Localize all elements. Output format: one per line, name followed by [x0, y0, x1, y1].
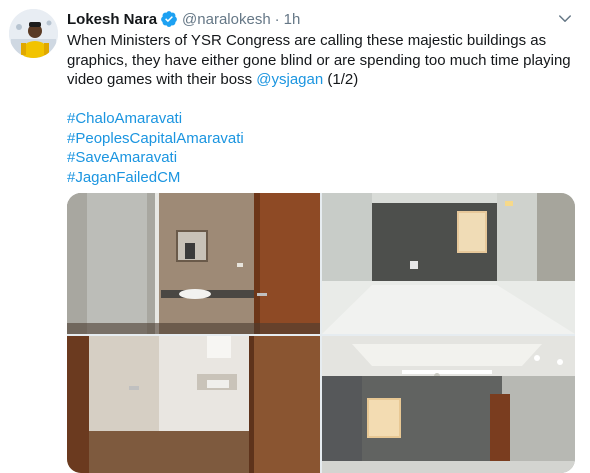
tweet-text: When Ministers of YSR Congress are calli… — [67, 31, 582, 90]
header-separator: · — [274, 10, 280, 28]
photo-empty-room[interactable] — [322, 193, 575, 334]
tweet-text-suffix: (1/2) — [323, 71, 359, 88]
tweet[interactable]: Lokesh Nara @naralokesh · 1h When Minist… — [0, 0, 590, 473]
hashtag-list: #ChaloAmaravati #PeoplesCapitalAmaravati… — [67, 109, 467, 187]
hashtag-link[interactable]: #JaganFailedCM — [67, 168, 467, 188]
photo-room-ceiling[interactable] — [322, 336, 575, 473]
author-name[interactable]: Lokesh Nara — [67, 11, 157, 28]
photo-bathroom-doorway[interactable] — [67, 336, 320, 473]
tweet-timestamp[interactable]: 1h — [284, 11, 301, 28]
avatar-image — [9, 9, 58, 58]
mention-link[interactable]: @ysjagan — [256, 71, 323, 88]
author-avatar[interactable] — [9, 9, 58, 58]
tweet-header: Lokesh Nara @naralokesh · 1h — [67, 9, 300, 29]
verified-badge-icon — [160, 10, 178, 28]
media-grid — [67, 193, 575, 473]
author-handle[interactable]: @naralokesh — [182, 11, 271, 28]
hashtag-link[interactable]: #ChaloAmaravati — [67, 109, 467, 129]
photo-bathroom-shower[interactable] — [67, 193, 320, 334]
hashtag-link[interactable]: #SaveAmaravati — [67, 148, 467, 168]
chevron-down-icon[interactable] — [556, 10, 574, 28]
hashtag-link[interactable]: #PeoplesCapitalAmaravati — [67, 129, 467, 149]
